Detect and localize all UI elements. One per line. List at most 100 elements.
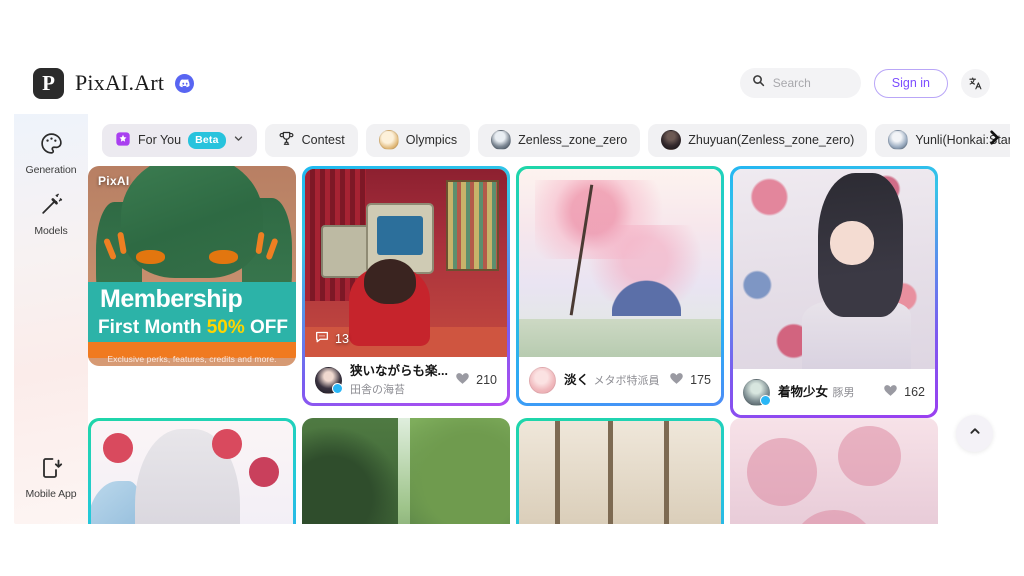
card-slot [88,418,301,524]
chip-contest[interactable]: Contest [264,123,358,157]
chip-zenless-zone-zero[interactable]: Zenless_zone_zero [478,123,641,157]
artwork-card[interactable]: 着物少女 豚男 162 [730,166,938,418]
search-box[interactable] [739,68,861,98]
card-slot [516,418,729,524]
card-text: 淡く メタボ特派員 [564,371,661,389]
artwork-thumbnail[interactable] [519,169,721,357]
like-count-value: 210 [476,373,497,387]
comment-icon [314,329,330,348]
ad-subline-highlight: 50% [206,317,245,338]
sidebar-item-mobile-app[interactable]: Mobile App [14,447,88,507]
trophy-icon [278,130,295,150]
artwork-thumbnail[interactable] [91,421,293,524]
like-counter[interactable]: 175 [669,371,711,389]
sidebar-item-generation-label: Generation [25,164,77,176]
artwork-card[interactable] [730,418,938,524]
artwork-thumbnail[interactable]: 13 [305,169,507,357]
chevron-down-icon[interactable] [233,133,244,147]
app-viewport: P PixAI.Art Sign in [14,52,1010,524]
avatar [661,130,682,150]
card-title: 着物少女 [778,385,829,399]
discord-icon[interactable] [175,73,195,93]
app-header: P PixAI.Art Sign in [14,52,1010,114]
ad-subline: First Month 50% OFF [88,314,296,342]
card-inner: 着物少女 豚男 162 [733,169,935,415]
artwork-thumbnail[interactable] [730,418,938,524]
search-input[interactable] [772,76,851,90]
card-inner: PixAI Membership First Month 50% OFF Exc… [88,166,296,366]
card-meta: 淡く メタボ特派員 175 [519,357,721,403]
card-author[interactable]: 豚男 [832,387,854,399]
card-inner [91,421,293,524]
artwork-card[interactable]: 13 狭いながらも楽... 田舎の海苔 210 [302,166,510,406]
card-inner [519,421,721,524]
verified-badge [760,394,771,406]
avatar [378,130,399,150]
sidebar-item-models[interactable]: Models [14,183,88,244]
comment-count-value: 13 [335,331,349,346]
logo-mark: P [33,67,64,99]
like-count-value: 175 [690,373,711,387]
card-inner: 13 狭いながらも楽... 田舎の海苔 210 [305,169,507,403]
avatar[interactable] [743,378,771,406]
verified-badge [332,382,343,394]
palette-icon [39,131,64,161]
chevron-right-icon[interactable] [985,128,1004,152]
chip-zhuyuan[interactable]: Zhuyuan(Zenless_zone_zero) [648,123,868,157]
header-actions: Sign in [739,68,990,98]
card-text: 着物少女 豚男 [778,383,875,401]
card-slot: PixAI Membership First Month 50% OFF Exc… [88,166,301,418]
filter-chip-bar[interactable]: For You Beta Contest Olympics Zenless_zo… [88,114,1010,166]
sidebar-bottom: Mobile App [14,447,88,507]
ad-subline-suffix: OFF [244,317,289,338]
card-inner: 淡く メタボ特派員 175 [519,169,721,403]
chip-for-you-label: For You [138,133,182,147]
card-slot [302,418,515,524]
avatar[interactable] [529,366,556,394]
like-counter[interactable]: 162 [883,383,925,401]
card-author[interactable]: メタボ特派員 [593,375,659,387]
artwork-thumbnail[interactable] [733,169,935,369]
artwork-card[interactable] [302,418,510,524]
sidebar-item-models-label: Models [34,225,68,237]
card-title: 狭いながらも楽... [350,364,448,378]
card-author[interactable]: 田舎の海苔 [350,384,405,396]
artwork-thumbnail[interactable] [302,418,510,524]
magic-wand-icon [39,192,64,222]
artwork-thumbnail[interactable] [519,421,721,524]
ad-footnote: Exclusive perks, features, credits and m… [107,354,277,364]
ad-subline-prefix: First Month [98,317,207,338]
card-slot: 着物少女 豚男 162 [730,166,943,418]
avatar[interactable] [315,366,343,394]
avatar [491,130,512,150]
chip-for-you[interactable]: For You Beta [102,123,257,157]
sparkle-icon [115,131,131,150]
card-meta: 狭いながらも楽... 田舎の海苔 210 [305,357,507,403]
mobile-download-icon [39,456,63,485]
chip-olympics[interactable]: Olympics [365,123,471,157]
ad-headline: Membership [88,282,296,317]
brand-logo[interactable]: P PixAI.Art [33,67,195,99]
like-counter[interactable]: 210 [455,371,497,389]
sidebar-item-mobile-app-label: Mobile App [25,488,77,500]
card-text: 狭いながらも楽... 田舎の海苔 [350,362,448,398]
scroll-to-top-button[interactable] [956,415,993,452]
artwork-card[interactable] [88,418,296,524]
heart-icon [883,383,898,401]
artwork-card[interactable]: 淡く メタボ特派員 175 [516,166,724,406]
heart-icon [669,371,684,389]
sign-in-button[interactable]: Sign in [873,68,948,98]
artwork-grid: PixAI Membership First Month 50% OFF Exc… [88,166,1010,524]
chip-zenless-zone-zero-label: Zenless_zone_zero [518,133,628,147]
translate-icon[interactable] [961,68,990,98]
artwork-card[interactable] [516,418,724,524]
card-inner [730,418,938,524]
card-title: 淡く [564,373,590,387]
card-slot [730,418,943,524]
card-inner [302,418,510,524]
beta-badge: Beta [188,131,226,149]
search-icon [752,74,765,92]
card-membership-ad[interactable]: PixAI Membership First Month 50% OFF Exc… [88,166,296,366]
sidebar-item-generation[interactable]: Generation [14,122,88,183]
ad-watermark: PixAI [98,174,130,188]
